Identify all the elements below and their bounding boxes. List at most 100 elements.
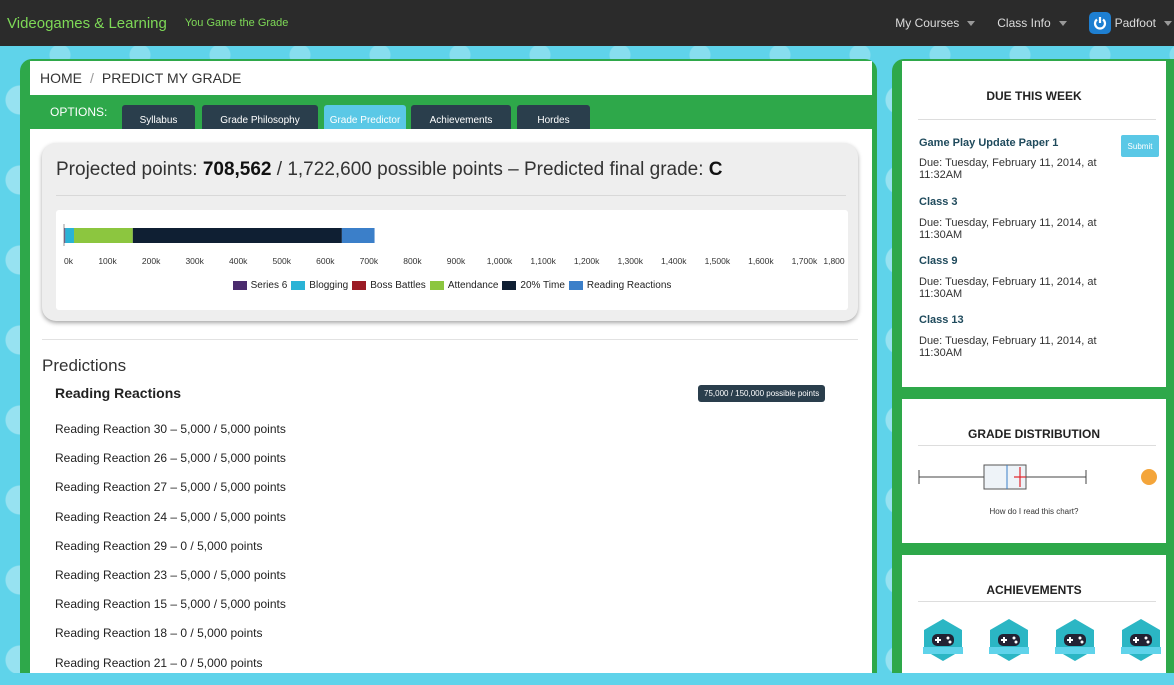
- gamepad-icon[interactable]: [1118, 617, 1164, 668]
- panel-divider: [918, 601, 1156, 602]
- x-tick-label: 1,500k: [705, 256, 731, 266]
- bar-segment-20-time[interactable]: [132, 228, 342, 243]
- chevron-down-icon: [1164, 20, 1172, 26]
- breadcrumb: HOME / PREDICT MY GRADE: [30, 61, 872, 95]
- legend-label: Blogging: [309, 280, 349, 291]
- x-tick-label: 1,400k: [661, 256, 687, 266]
- legend-item[interactable]: Boss Battles: [352, 280, 426, 291]
- predictions-heading: Predictions: [42, 356, 127, 375]
- prediction-item: Reading Reaction 15 – 5,000 / 5,000 poin…: [55, 597, 286, 612]
- prediction-item: Reading Reaction 30 – 5,000 / 5,000 poin…: [55, 422, 286, 436]
- my-courses-label: My Courses: [895, 16, 960, 30]
- tab-achievements[interactable]: Achievements: [411, 105, 511, 130]
- x-tick-label: 300k: [185, 256, 204, 266]
- tab-hordes[interactable]: Hordes: [517, 105, 590, 130]
- group-points-badge: 75,000 / 150,000 possible points: [698, 385, 826, 402]
- bar-segment-reading-reactions[interactable]: [341, 228, 375, 243]
- submit-button[interactable]: Submit: [1121, 135, 1159, 157]
- bar-segment-blogging[interactable]: [65, 228, 75, 243]
- card-divider: [56, 195, 846, 196]
- achievements-panel: ACHIEVEMENTS: [902, 555, 1166, 673]
- tab-syllabus[interactable]: Syllabus: [122, 105, 195, 130]
- due-item-title[interactable]: Game Play Update Paper 1: [919, 137, 1058, 149]
- x-tick-label: 600k: [316, 256, 335, 266]
- prediction-item: Reading Reaction 27 – 5,000 / 5,000 poin…: [55, 480, 286, 495]
- x-tick-label: 400k: [229, 256, 248, 266]
- x-tick-label: 1,700k: [792, 256, 818, 266]
- x-tick-label: 0k: [64, 256, 74, 266]
- tagline: You Game the Grade: [184, 17, 289, 29]
- boxplot-help-link[interactable]: How do I read this chart?: [902, 507, 1166, 516]
- due-item-date: Due: Tuesday, February 11, 2014, at 11:3…: [919, 217, 1097, 241]
- breadcrumb-home[interactable]: HOME: [40, 70, 82, 86]
- legend-swatch: [291, 281, 306, 290]
- chart-legend: Series 6 Blogging Boss Battles Attendance 20…: [56, 280, 848, 293]
- legend-swatch: [502, 281, 517, 290]
- gamepad-icon[interactable]: [920, 617, 966, 668]
- due-item-title[interactable]: Class 13: [919, 314, 964, 326]
- my-courses-dropdown[interactable]: My Courses: [895, 16, 976, 30]
- gamepad-icon[interactable]: [1052, 617, 1098, 668]
- user-menu[interactable]: Padfoot: [1088, 12, 1172, 34]
- prediction-item: Reading Reaction 23 – 5,000 / 5,000 poin…: [55, 567, 286, 582]
- chevron-down-icon: [1058, 20, 1067, 26]
- due-item-title[interactable]: Class 9: [919, 255, 958, 267]
- x-tick-label: 1,300k: [617, 256, 643, 266]
- prediction-item: Reading Reaction 18 – 0 / 5,000 points: [55, 626, 263, 641]
- x-tick-label: 500k: [273, 256, 292, 266]
- due-item-title[interactable]: Class 3: [919, 196, 958, 208]
- legend-swatch: [232, 281, 247, 290]
- section-divider: [42, 339, 858, 340]
- legend-swatch: [352, 281, 367, 290]
- projected-points-card: Projected points: 708,562 / 1,722,600 po…: [42, 143, 858, 321]
- tab-grade-philosophy[interactable]: Grade Philosophy: [202, 105, 318, 130]
- user-name: Padfoot: [1114, 16, 1156, 30]
- distribution-panel-title: GRADE DISTRIBUTION: [968, 427, 1100, 441]
- class-info-dropdown[interactable]: Class Info: [997, 16, 1067, 30]
- prediction-item: Reading Reaction 21 – 0 / 5,000 points: [55, 655, 263, 670]
- x-tick-label: 100k: [98, 256, 117, 266]
- breadcrumb-separator: /: [90, 70, 94, 86]
- x-tick-label: 1,200k: [574, 256, 600, 266]
- x-tick-label: 800k: [403, 256, 422, 266]
- legend-label: 20% Time: [520, 280, 565, 291]
- grade-boxplot: [918, 464, 1157, 490]
- panel-divider: [918, 445, 1156, 446]
- achievements-panel-title: ACHIEVEMENTS: [986, 583, 1082, 597]
- panel-divider: [918, 119, 1156, 120]
- points-chart: 0k 100k 200k 300k 400k 500k 600k 700k 800k 900k 1,…: [56, 210, 848, 310]
- bar-segment-attendance[interactable]: [74, 228, 133, 243]
- x-tick-label: 1,800: [823, 256, 845, 266]
- due-item-date: Due: Tuesday, February 11, 2014, at 11:3…: [919, 335, 1097, 359]
- legend-item[interactable]: 20% Time: [502, 280, 565, 291]
- top-navbar: Videogames & Learning You Game the Grade…: [0, 0, 1174, 46]
- main-panel: HOME / PREDICT MY GRADE OPTIONS: Syllabu…: [20, 59, 877, 673]
- breadcrumb-current: PREDICT MY GRADE: [101, 70, 242, 86]
- achievement-badges: [920, 617, 1164, 668]
- group-title: Reading Reactions: [55, 385, 182, 401]
- legend-label: Series 6: [250, 280, 288, 291]
- projected-points-value: 708,562: [202, 159, 272, 180]
- legend-item[interactable]: Series 6: [232, 280, 288, 291]
- prediction-item: Reading Reaction 24 – 5,000 / 5,000 poin…: [55, 509, 286, 524]
- legend-swatch: [568, 281, 583, 290]
- brand-name[interactable]: Videogames & Learning: [7, 15, 167, 32]
- top-nav-menu: My Courses Class Info Padfoot: [895, 0, 1174, 46]
- grade-predictor-content: Projected points: 708,562 / 1,722,600 po…: [30, 129, 872, 673]
- x-tick-label: 1,600k: [748, 256, 774, 266]
- grade-distribution-panel: GRADE DISTRIBUTION How do I read this ch…: [902, 399, 1166, 543]
- legend-label: Attendance: [447, 280, 499, 291]
- due-this-week-panel: DUE THIS WEEK Submit Game Play Update Pa…: [902, 61, 1166, 387]
- points-bar-chart: 0k 100k 200k 300k 400k 500k 600k 700k 800k 900k 1,…: [63, 224, 845, 266]
- legend-item[interactable]: Attendance: [429, 280, 499, 291]
- legend-item[interactable]: Blogging: [291, 280, 348, 291]
- x-tick-label: 1,000k: [487, 256, 513, 266]
- predicted-grade: C: [708, 159, 723, 180]
- tab-grade-predictor[interactable]: Grade Predictor: [324, 105, 406, 130]
- prediction-item: Reading Reaction 29 – 0 / 5,000 points: [55, 538, 263, 553]
- gamepad-icon[interactable]: [986, 617, 1032, 668]
- legend-label: Boss Battles: [370, 280, 426, 291]
- projected-prefix: Projected points:: [56, 159, 203, 180]
- legend-item[interactable]: Reading Reactions: [568, 280, 671, 291]
- class-info-label: Class Info: [997, 16, 1051, 30]
